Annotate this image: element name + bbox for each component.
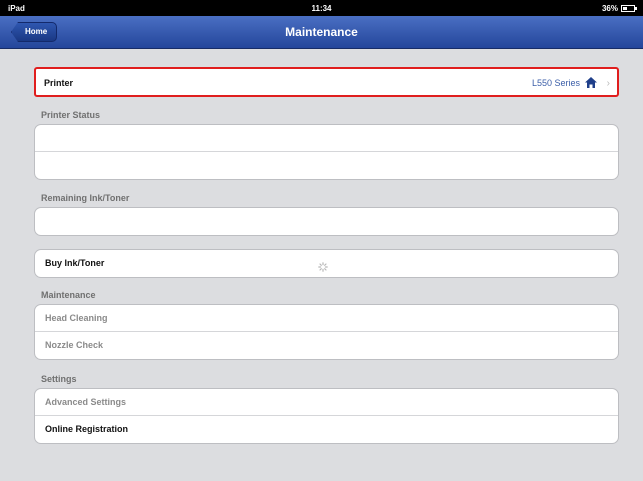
navigation-bar: Home Maintenance: [0, 16, 643, 49]
battery-indicator: 36%: [601, 4, 637, 13]
battery-icon: [621, 5, 637, 12]
page-title: Maintenance: [285, 25, 358, 39]
section-header-printer-status: Printer Status: [41, 110, 101, 120]
printer-status-group: [34, 124, 619, 180]
house-icon: [585, 77, 597, 88]
chevron-right-icon: ›: [606, 78, 610, 89]
clock: 11:34: [311, 4, 332, 13]
remaining-ink-group: [34, 207, 619, 236]
remaining-ink-row: [35, 208, 618, 235]
status-bar: iPad 11:34 36%: [0, 0, 643, 16]
printer-label: Printer: [44, 78, 74, 88]
printer-model: L550 Series: [531, 77, 580, 88]
loading-spinner-icon: [318, 262, 328, 272]
printer-selector-row[interactable]: Printer L550 Series ›: [34, 67, 619, 97]
nozzle-check-item[interactable]: Nozzle Check: [35, 332, 618, 359]
section-header-settings: Settings: [41, 374, 77, 384]
online-registration-item[interactable]: Online Registration: [35, 416, 618, 443]
section-header-remaining-ink: Remaining Ink/Toner: [41, 193, 130, 203]
battery-percent: 36%: [601, 4, 618, 13]
settings-group: Advanced Settings Online Registration: [34, 388, 619, 444]
printer-status-row: [35, 152, 618, 179]
printer-status-row: [35, 125, 618, 152]
maintenance-group: Head Cleaning Nozzle Check: [34, 304, 619, 360]
advanced-settings-item[interactable]: Advanced Settings: [35, 389, 618, 416]
section-header-maintenance: Maintenance: [41, 290, 96, 300]
head-cleaning-item[interactable]: Head Cleaning: [35, 305, 618, 332]
printer-value: L550 Series: [532, 77, 597, 88]
